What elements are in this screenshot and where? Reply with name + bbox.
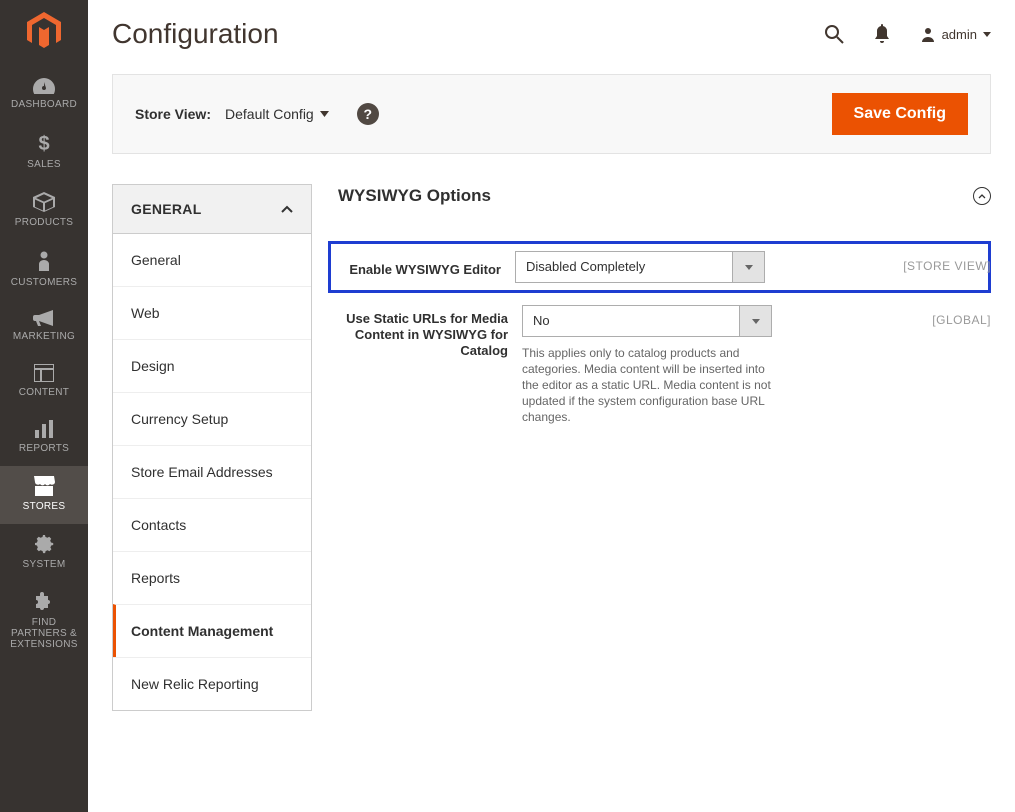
main-content: Configuration admin Store View: Default … [88, 0, 1015, 812]
magento-logo[interactable] [27, 12, 61, 50]
nav-label: SYSTEM [23, 559, 66, 570]
nav-customers[interactable]: CUSTOMERS [0, 240, 88, 300]
user-name: admin [942, 27, 977, 42]
nav-marketing[interactable]: MARKETING [0, 300, 88, 354]
box-icon [33, 192, 55, 212]
layout-icon [34, 364, 54, 382]
caret-down-icon [983, 32, 991, 37]
svg-text:$: $ [38, 133, 49, 154]
page-header: Configuration admin [112, 18, 991, 50]
store-view-value: Default Config [225, 106, 314, 122]
save-config-button[interactable]: Save Config [832, 93, 968, 135]
panel-item-general[interactable]: General [113, 234, 311, 286]
nav-label: DASHBOARD [11, 99, 77, 110]
store-view-label: Store View: [135, 106, 211, 122]
nav-label: PRODUCTS [15, 217, 74, 228]
select-value: Disabled Completely [516, 252, 732, 282]
megaphone-icon [33, 310, 55, 326]
config-sidepanel: GENERAL General Web Design Currency Setu… [112, 184, 312, 711]
panel-items: General Web Design Currency Setup Store … [112, 234, 312, 711]
panel-item-store-email[interactable]: Store Email Addresses [113, 445, 311, 498]
help-icon[interactable]: ? [357, 103, 379, 125]
panel-group-title: GENERAL [131, 201, 202, 217]
store-icon [33, 476, 55, 496]
nav-stores[interactable]: STORES [0, 466, 88, 524]
nav-products[interactable]: PRODUCTS [0, 182, 88, 240]
panel-item-new-relic[interactable]: New Relic Reporting [113, 657, 311, 710]
store-view-switcher: Store View: Default Config ? [135, 103, 379, 125]
field-control-static-urls: No This applies only to catalog products… [522, 305, 772, 425]
caret-down-icon [739, 306, 771, 336]
bar-chart-icon [34, 420, 54, 438]
nav-label: CONTENT [19, 387, 69, 398]
toolbar: Store View: Default Config ? Save Config [112, 74, 991, 154]
nav-label: REPORTS [19, 443, 69, 454]
page-title: Configuration [112, 18, 279, 50]
panel-item-contacts[interactable]: Contacts [113, 498, 311, 551]
field-help-text: This applies only to catalog products an… [522, 345, 772, 425]
panel-group-general[interactable]: GENERAL [112, 184, 312, 234]
nav-sales[interactable]: $ SALES [0, 122, 88, 182]
search-icon[interactable] [824, 24, 844, 44]
config-content: GENERAL General Web Design Currency Setu… [112, 184, 991, 711]
caret-down-icon [732, 252, 764, 282]
nav-label: SALES [27, 159, 61, 170]
admin-sidebar: DASHBOARD $ SALES PRODUCTS CUSTOMERS MAR… [0, 0, 88, 812]
nav-system[interactable]: SYSTEM [0, 524, 88, 582]
bell-icon[interactable] [874, 24, 890, 44]
nav-partners[interactable]: FIND PARTNERS & EXTENSIONS [0, 582, 88, 662]
field-label-enable: Enable WYSIWYG Editor [341, 256, 501, 278]
collapse-icon [973, 187, 991, 205]
panel-item-design[interactable]: Design [113, 339, 311, 392]
section-wysiwyg-header[interactable]: WYSIWYG Options [338, 186, 991, 206]
settings-panel: WYSIWYG Options Enable WYSIWYG Editor Di… [338, 184, 991, 711]
user-icon [920, 26, 936, 42]
panel-item-web[interactable]: Web [113, 286, 311, 339]
nav-label: CUSTOMERS [11, 277, 77, 288]
nav-content[interactable]: CONTENT [0, 354, 88, 410]
field-scope-enable: [STORE VIEW] [903, 251, 991, 273]
select-static-urls[interactable]: No [522, 305, 772, 337]
section-title: WYSIWYG Options [338, 186, 491, 206]
nav-label: MARKETING [13, 331, 75, 342]
nav-label: STORES [23, 501, 66, 512]
select-value: No [523, 306, 739, 336]
dollar-icon: $ [37, 132, 51, 154]
gauge-icon [33, 78, 55, 94]
nav-label: FIND PARTNERS & EXTENSIONS [4, 617, 84, 650]
field-control-enable: Disabled Completely [515, 251, 765, 283]
panel-item-reports[interactable]: Reports [113, 551, 311, 604]
gear-icon [34, 534, 54, 554]
caret-down-icon [320, 111, 329, 117]
panel-item-content-management[interactable]: Content Management [113, 604, 311, 657]
nav-dashboard[interactable]: DASHBOARD [0, 68, 88, 122]
user-menu[interactable]: admin [920, 26, 991, 42]
chevron-up-icon [281, 205, 293, 213]
nav-reports[interactable]: REPORTS [0, 410, 88, 466]
panel-item-currency[interactable]: Currency Setup [113, 392, 311, 445]
field-static-urls: Use Static URLs for Media Content in WYS… [338, 305, 991, 425]
select-enable-wysiwyg[interactable]: Disabled Completely [515, 251, 765, 283]
header-actions: admin [824, 24, 991, 44]
field-scope-static-urls: [GLOBAL] [932, 305, 991, 327]
puzzle-icon [34, 592, 54, 612]
person-icon [37, 250, 51, 272]
store-view-select[interactable]: Default Config [225, 106, 329, 122]
field-label-static-urls: Use Static URLs for Media Content in WYS… [338, 305, 508, 359]
